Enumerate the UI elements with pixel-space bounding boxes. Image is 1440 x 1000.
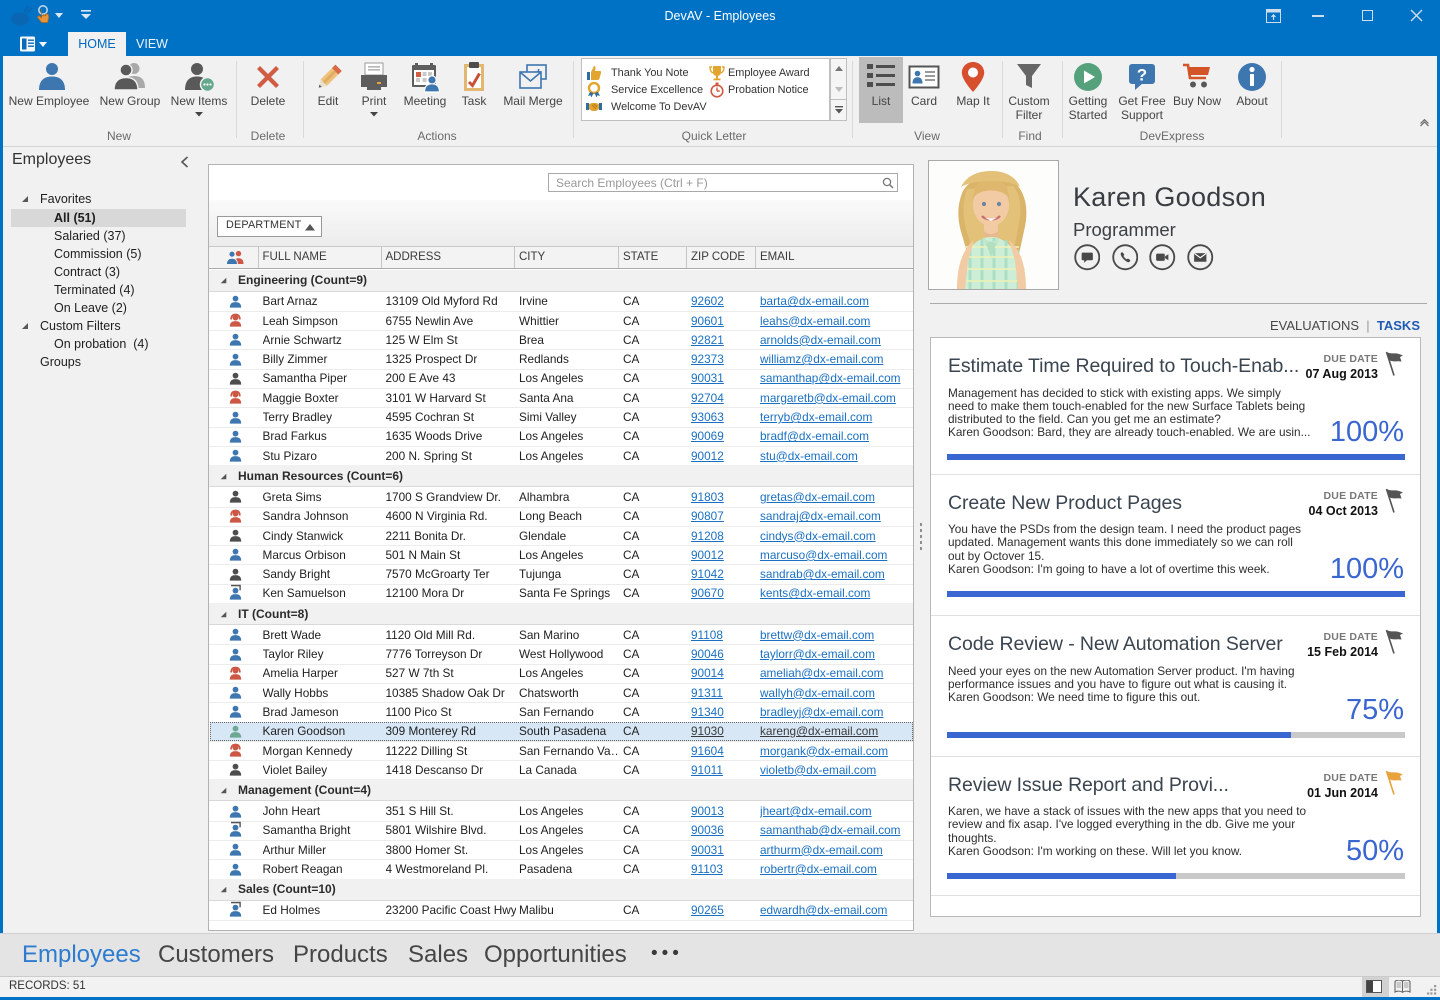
- svg-text:?: ?: [1137, 66, 1147, 85]
